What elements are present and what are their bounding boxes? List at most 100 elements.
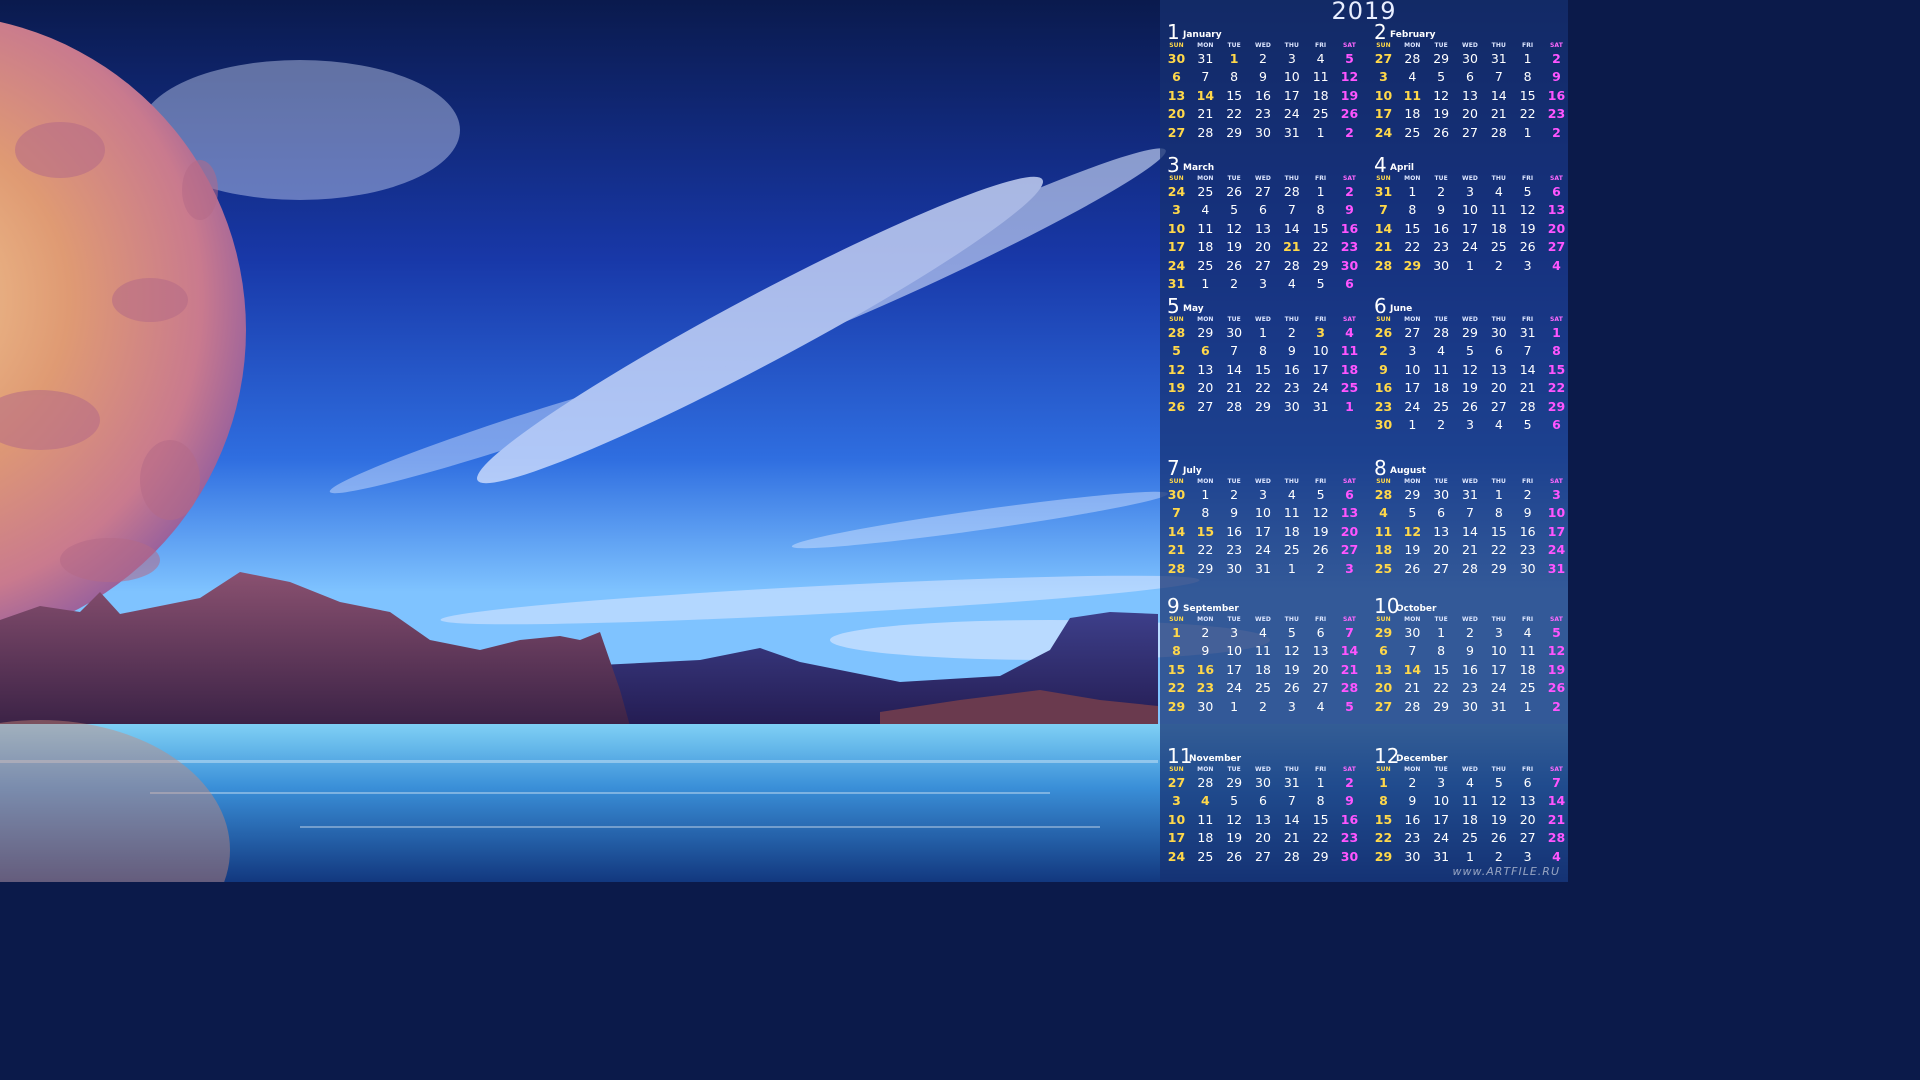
- day-cell: 3: [1466, 417, 1474, 433]
- day-cell: 3: [1494, 625, 1503, 640]
- day-cell: 31: [1433, 848, 1450, 864]
- day-cell: 4: [1523, 625, 1532, 640]
- day-cell: 1: [1316, 124, 1325, 140]
- day-cell: 23: [1226, 542, 1243, 558]
- day-cell: 3: [1345, 560, 1354, 576]
- calendar-year: 2019: [1331, 0, 1397, 25]
- day-cell: 12: [1226, 220, 1243, 236]
- day-cell: 27: [1312, 680, 1329, 696]
- day-cell: 15: [1433, 661, 1450, 677]
- day-cell: 24: [1255, 542, 1271, 558]
- week-row: 11 12 13 14 15 16 17: [1370, 523, 1570, 541]
- week-row: 24 25 26 27 28 1 2: [1163, 183, 1363, 201]
- day-cell: 29: [1433, 51, 1450, 66]
- watermark: www.ARTFILE.RU: [1452, 865, 1560, 878]
- day-cell: 28: [1167, 325, 1186, 340]
- day-cell: 1: [1466, 257, 1474, 273]
- day-cell: 24: [1462, 239, 1478, 255]
- day-cell: 4: [1316, 698, 1325, 714]
- day-cell: 11: [1374, 523, 1393, 539]
- day-cell: 27: [1547, 239, 1566, 255]
- day-cell: 22: [1312, 239, 1329, 255]
- day-cell: 8: [1259, 343, 1267, 359]
- day-cell: 12: [1490, 793, 1507, 809]
- day-cell: 9: [1552, 69, 1561, 85]
- day-cell: 23: [1255, 106, 1271, 122]
- day-cell: 31: [1255, 560, 1271, 576]
- week-row: 7 8 9 10 11 12 13: [1370, 201, 1570, 219]
- day-cell: 18: [1197, 239, 1214, 255]
- day-cell: 24: [1167, 184, 1186, 199]
- day-cell: 3: [1172, 202, 1181, 218]
- day-cell: 13: [1433, 523, 1450, 539]
- week-row: 17 18 19 20 21 22 23: [1163, 238, 1363, 256]
- month-header: 9 September: [1163, 594, 1363, 618]
- week-row: 29 30 1 2 3 4 5: [1163, 698, 1363, 716]
- month-july: 7 July SUN MON TUE WED THU FRI SAT 30 1 2 3 4 5 6 7 8 9 10 1…: [1163, 458, 1363, 578]
- day-cell: 12: [1462, 361, 1478, 377]
- week-row: 3 4 5 6 7 8 9: [1370, 68, 1570, 86]
- day-cell: 24: [1374, 124, 1393, 140]
- day-cell: 19: [1167, 380, 1186, 396]
- day-cell: 29: [1490, 560, 1507, 576]
- day-cell: 26: [1404, 560, 1421, 576]
- day-cell: 6: [1552, 184, 1561, 199]
- day-cell: 30: [1404, 848, 1421, 864]
- day-cell: 1: [1523, 124, 1532, 140]
- day-cell: 1: [1316, 775, 1325, 790]
- day-cell: 22: [1433, 680, 1450, 696]
- day-cell: 19: [1283, 661, 1300, 677]
- day-cell: 28: [1519, 398, 1536, 414]
- day-cell: 30: [1255, 775, 1271, 790]
- day-cell: 26: [1340, 106, 1359, 122]
- month-number: 4: [1374, 153, 1387, 177]
- day-cell: 2: [1316, 560, 1325, 576]
- day-cell: 28: [1547, 830, 1566, 846]
- day-cell: 18: [1490, 220, 1507, 236]
- day-cell: 12: [1403, 523, 1422, 539]
- day-cell: 20: [1167, 106, 1186, 122]
- day-cell: 19: [1226, 830, 1243, 846]
- day-cell: 21: [1547, 811, 1566, 827]
- day-cell: 17: [1462, 220, 1478, 236]
- day-cell: 13: [1519, 793, 1536, 809]
- month-number: 5: [1167, 294, 1180, 318]
- week-row: 14 15 16 17 18 19 20: [1370, 220, 1570, 238]
- day-cell: 22: [1374, 830, 1393, 846]
- month-name: June: [1390, 304, 1413, 314]
- week-row: 13 14 15 16 17 18 19: [1370, 661, 1570, 679]
- day-cell: 28: [1340, 680, 1359, 696]
- day-cell: 26: [1433, 124, 1450, 140]
- day-cell: 29: [1312, 257, 1329, 273]
- month-header: 10 October: [1370, 596, 1570, 618]
- day-cell: 3: [1259, 276, 1267, 292]
- day-cell: 31: [1374, 184, 1393, 199]
- day-cell: 3: [1230, 625, 1239, 640]
- day-cell: 24: [1167, 257, 1186, 273]
- day-cell: 6: [1494, 343, 1503, 359]
- day-cell: 13: [1547, 202, 1566, 218]
- week-row: 4 5 6 7 8 9 10: [1370, 504, 1570, 522]
- day-cell: 17: [1167, 830, 1186, 846]
- day-cell: 5: [1287, 625, 1296, 640]
- day-cell: 3: [1523, 848, 1532, 864]
- week-row: 1 2 3 4 5 6 7: [1163, 624, 1363, 642]
- day-cell: 11: [1340, 343, 1359, 359]
- day-cell: 14: [1490, 87, 1507, 103]
- day-cell: 19: [1404, 542, 1421, 558]
- month-header: 2 February: [1370, 22, 1570, 44]
- day-cell: 27: [1255, 184, 1271, 199]
- day-cell: 19: [1519, 220, 1536, 236]
- day-cell: 4: [1552, 257, 1561, 273]
- day-cell: 19: [1462, 380, 1478, 396]
- day-cell: 31: [1490, 698, 1507, 714]
- day-cell: 4: [1200, 793, 1210, 809]
- day-cell: 30: [1197, 698, 1214, 714]
- day-cell: 16: [1226, 523, 1243, 539]
- day-cell: 26: [1462, 398, 1478, 414]
- day-cell: 15: [1167, 661, 1186, 677]
- week-row: 28 29 30 1 2 3 4: [1163, 324, 1363, 342]
- day-cell: 14: [1374, 220, 1393, 236]
- month-name: December: [1396, 754, 1448, 764]
- month-number: 9: [1167, 594, 1180, 618]
